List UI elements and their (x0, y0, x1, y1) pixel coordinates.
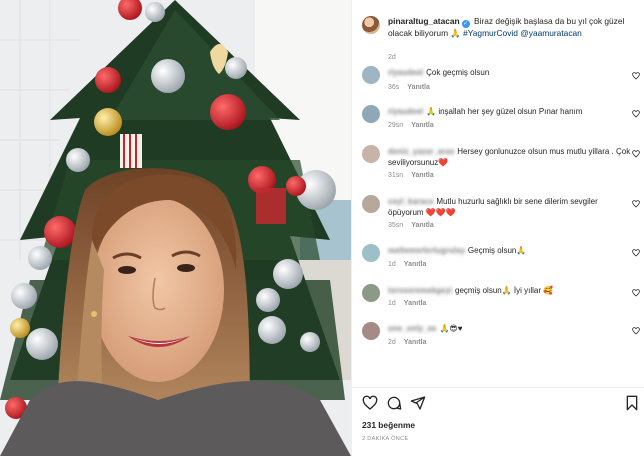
action-bar (362, 395, 640, 413)
post-caption: pinaraltug_atacan ✓ Biraz değişik başlasa… (362, 14, 640, 61)
commenter-username[interactable]: deniz_yazar_aras (388, 146, 454, 156)
post-timestamp: 2 DAKİKA ÖNCE (362, 436, 409, 442)
commenter-username[interactable]: toroseremekgeyi (388, 285, 452, 295)
comment-meta: 36s Yanıtla (388, 84, 430, 91)
commenter-avatar[interactable] (362, 322, 380, 340)
comment-item: riyaudeel Çok geçmiş olsun 36s Yanıtla (362, 66, 644, 102)
comment-like-heart-icon[interactable] (632, 327, 640, 335)
caption-hashtag[interactable]: #YagmurCovid (463, 28, 518, 38)
comment-time: 31sn (388, 172, 404, 179)
comment-text: Çok geçmiş olsun (426, 68, 490, 77)
comment-like-heart-icon[interactable] (632, 150, 640, 158)
comment-time: 35sn (388, 222, 404, 229)
comment-meta: 1d Yanıtla (388, 300, 426, 307)
reply-button[interactable]: Yanıtla (407, 84, 430, 91)
post-detail-panel: pinaraltug_atacan ✓ Biraz değişik başlasa… (351, 0, 644, 456)
verified-badge-icon: ✓ (461, 20, 470, 28)
comment-time: 29sn (388, 122, 404, 129)
comment-meta: 2d Yanıtla (388, 339, 426, 346)
commenter-avatar[interactable] (362, 284, 380, 302)
caption-emoji: 🙏 (450, 28, 461, 38)
reply-button[interactable]: Yanıtla (404, 300, 427, 307)
comment-text: Geçmiş olsun🙏 (467, 246, 527, 255)
paper-plane-icon[interactable] (410, 395, 426, 411)
reply-button[interactable]: Yanıtla (404, 261, 427, 268)
comment-text: geçmiş olsun🙏 İyi yıllar 🥰 (455, 286, 554, 295)
reply-button[interactable]: Yanıtla (404, 339, 427, 346)
commenter-avatar[interactable] (362, 105, 380, 123)
comment-meta: 1d Yanıtla (388, 261, 426, 268)
commenter-username[interactable]: one_only_ee (388, 323, 436, 333)
comment-item: ceyl_karaca Mutlu huzurlu sağlıklı bir se… (362, 195, 644, 231)
comment-like-heart-icon[interactable] (632, 110, 640, 118)
comment-meta: 29sn Yanıtla (388, 122, 434, 129)
commenter-avatar[interactable] (362, 66, 380, 84)
commenter-avatar[interactable] (362, 244, 380, 262)
commenter-username[interactable]: riyaudeel (388, 67, 423, 77)
comment-icon[interactable] (386, 395, 402, 411)
comment-like-heart-icon[interactable] (632, 72, 640, 80)
commenter-username[interactable]: riyaudeel (388, 106, 423, 116)
comment-like-heart-icon[interactable] (632, 200, 640, 208)
comment-item: one_only_ee 🙏😎♥ 2d Yanıtla (362, 322, 644, 358)
author-avatar[interactable] (362, 16, 380, 34)
likes-count[interactable]: 231 beğenme (362, 420, 415, 430)
caption-mention[interactable]: @yaamuratacan (520, 28, 582, 38)
comment-time: 2d (388, 339, 396, 346)
reply-button[interactable]: Yanıtla (411, 122, 434, 129)
post-photo-image (0, 0, 351, 456)
caption-time: 2d (388, 54, 396, 61)
heart-icon[interactable] (362, 395, 378, 411)
commenter-avatar[interactable] (362, 195, 380, 213)
commenter-avatar[interactable] (362, 145, 380, 163)
reply-button[interactable]: Yanıtla (411, 172, 434, 179)
post-photo[interactable] (0, 0, 351, 456)
author-username[interactable]: pinaraltug_atacan (388, 16, 460, 26)
comment-item: deniz_yazar_aras Hersey gonlunuzce olsun … (362, 145, 644, 181)
reply-button[interactable]: Yanıtla (411, 222, 434, 229)
comment-time: 1d (388, 261, 396, 268)
comment-item: toroseremekgeyi geçmiş olsun🙏 İyi yıllar … (362, 284, 644, 320)
comment-meta: 35sn Yanıtla (388, 222, 434, 229)
comment-like-heart-icon[interactable] (632, 289, 640, 297)
comment-item: meltemerlertugrulay Geçmiş olsun🙏 1d Yanıt… (362, 244, 644, 280)
caption-text: pinaraltug_atacan ✓ Biraz değişik başlasa… (388, 16, 640, 40)
commenter-username[interactable]: meltemerlertugrulay (388, 245, 465, 255)
divider (352, 387, 644, 388)
comment-text: 🙏 inşallah her şey güzel olsun Pınar han… (426, 107, 583, 116)
commenter-username[interactable]: ceyl_karaca (388, 196, 433, 206)
comment-time: 1d (388, 300, 396, 307)
comment-item: riyaudeel 🙏 inşallah her şey güzel olsun … (362, 105, 644, 141)
comment-meta: 31sn Yanıtla (388, 172, 434, 179)
comment-text: 🙏😎♥ (439, 324, 463, 333)
comment-like-heart-icon[interactable] (632, 249, 640, 257)
comment-time: 36s (388, 84, 400, 91)
bookmark-icon[interactable] (624, 395, 640, 411)
